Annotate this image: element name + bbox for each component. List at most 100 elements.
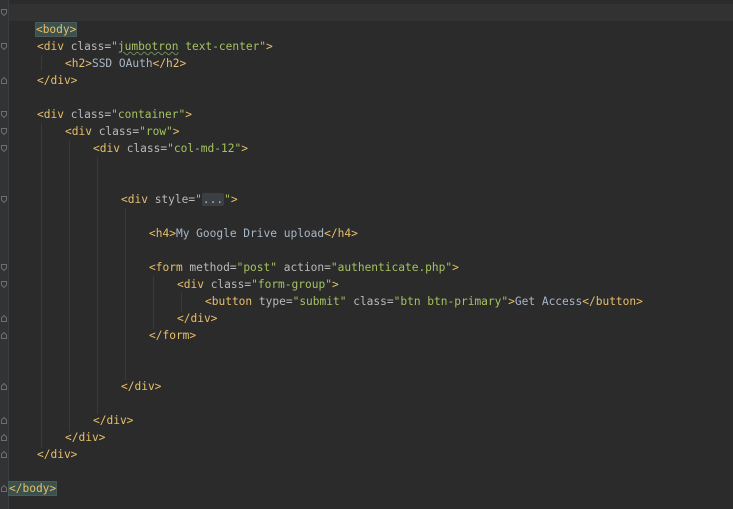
fold-end-icon[interactable] [1, 451, 7, 458]
attr-token: type= [258, 295, 293, 308]
text-token: My Google Drive upload [175, 227, 325, 240]
indent-guide [125, 208, 126, 380]
tag-token: <div [37, 40, 71, 53]
attr-token: class= [346, 295, 394, 308]
tag-token: > [266, 40, 273, 53]
fold-marker-icon[interactable] [1, 281, 7, 288]
code-line[interactable]: <div class="col-md-12"> [93, 140, 248, 157]
fold-marker-icon[interactable] [1, 43, 7, 50]
value-token: "btn btn-primary" [393, 295, 509, 308]
gutter-divider [8, 0, 9, 509]
value-token: " [111, 40, 118, 53]
tag-token: <form [149, 261, 190, 274]
tag-token: </div> [65, 431, 106, 444]
tag-token: </h2> [152, 57, 187, 70]
tag-token: <h4> [149, 227, 176, 240]
fold-marker-icon[interactable] [1, 128, 7, 135]
value-token: "row" [139, 125, 173, 138]
code-editor[interactable]: <body> <div class="jumbotron text-center… [0, 0, 733, 509]
fold-marker-icon[interactable] [1, 145, 7, 152]
fold-end-icon[interactable] [1, 485, 7, 492]
tag-token: <div [65, 125, 99, 138]
fold-end-icon[interactable] [1, 315, 7, 322]
code-line[interactable]: <h2>SSD OAuth</h2> [65, 55, 186, 72]
code-line[interactable]: <button type="submit" class="btn btn-pri… [205, 293, 643, 310]
attr-token: class= [70, 40, 112, 53]
fold-end-icon[interactable] [1, 417, 7, 424]
tag-token: <div [37, 108, 71, 121]
tag-token: </div> [37, 448, 78, 461]
spellcheck-word: jumbotron [117, 40, 179, 53]
code-line[interactable]: </div> [177, 310, 217, 327]
collapsed-fold-button[interactable]: ... [201, 193, 225, 206]
tag-token: </h4> [324, 227, 358, 240]
fold-marker-icon[interactable] [1, 9, 7, 16]
code-line[interactable]: </div> [37, 72, 77, 89]
tag-token: <button [205, 295, 259, 308]
fold-marker-icon[interactable] [1, 264, 7, 271]
fold-end-icon[interactable] [1, 383, 7, 390]
code-line[interactable]: </form> [149, 327, 196, 344]
tag-token: > [172, 125, 180, 138]
tag-token: <div [93, 142, 127, 155]
tag-token: </div> [37, 74, 78, 87]
tag-token: <h2> [65, 57, 92, 70]
value-token: "col-md-12" [167, 142, 242, 155]
code-line[interactable]: <div class="jumbotron text-center"> [37, 38, 273, 55]
value-token: text-center" [178, 40, 267, 53]
text-token: Get Access [514, 295, 583, 308]
body-open-tag: <body> [34, 22, 78, 37]
tag-token: <div [177, 278, 211, 291]
code-line[interactable]: </div> [37, 446, 77, 463]
attr-token: method= [189, 261, 237, 274]
indent-guide [97, 157, 98, 414]
tag-token: > [508, 295, 515, 308]
value-token: "post" [236, 261, 277, 274]
tag-token: </div> [121, 380, 162, 393]
attr-token: class= [70, 108, 112, 121]
code-line[interactable]: </div> [121, 378, 161, 395]
tag-token: > [331, 278, 339, 291]
tag-token: > [452, 261, 459, 274]
code-line[interactable]: <div class="row"> [65, 123, 180, 140]
code-line[interactable]: </div> [93, 412, 133, 429]
code-line[interactable]: <body> [9, 4, 733, 37]
value-token: "form-group" [251, 278, 332, 291]
value-token: "container" [111, 108, 186, 121]
body-close-tag: </body> [7, 481, 58, 496]
fold-end-icon[interactable] [1, 434, 7, 441]
code-line[interactable]: </body> [7, 480, 58, 497]
value-token: " [195, 193, 202, 206]
code-line[interactable]: <h4>My Google Drive upload</h4> [149, 225, 358, 242]
value-token: "authenticate.php" [330, 261, 453, 274]
indent-guide [69, 140, 70, 431]
attr-token: class= [98, 125, 140, 138]
fold-marker-icon[interactable] [1, 196, 7, 203]
code-line[interactable]: <form method="post" action="authenticate… [149, 259, 459, 276]
tag-token: </div> [93, 414, 134, 427]
tag-token: </div> [177, 312, 218, 325]
code-line[interactable]: <div class="container"> [37, 106, 192, 123]
tag-token: </button> [582, 295, 643, 308]
fold-end-icon[interactable] [1, 77, 7, 84]
tag-token: <div [121, 193, 155, 206]
attr-token: class= [210, 278, 252, 291]
value-token: " [224, 193, 231, 206]
attr-token: class= [126, 142, 168, 155]
code-line[interactable]: </div> [65, 429, 105, 446]
text-token: SSD OAuth [91, 57, 153, 70]
tag-token: </form> [149, 329, 197, 342]
indent-guide [153, 276, 154, 329]
code-line[interactable]: <div style="..."> [121, 191, 238, 208]
fold-end-icon[interactable] [1, 332, 7, 339]
indent-guide [41, 55, 42, 70]
tag-token: > [241, 142, 248, 155]
attr-token: style= [154, 193, 196, 206]
indent-guide [41, 123, 42, 448]
value-token: "submit" [292, 295, 347, 308]
attr-token: action= [277, 261, 331, 274]
tag-token: > [185, 108, 192, 121]
tag-token: > [230, 193, 238, 206]
code-line[interactable]: <div class="form-group"> [177, 276, 339, 293]
fold-marker-icon[interactable] [1, 111, 7, 118]
